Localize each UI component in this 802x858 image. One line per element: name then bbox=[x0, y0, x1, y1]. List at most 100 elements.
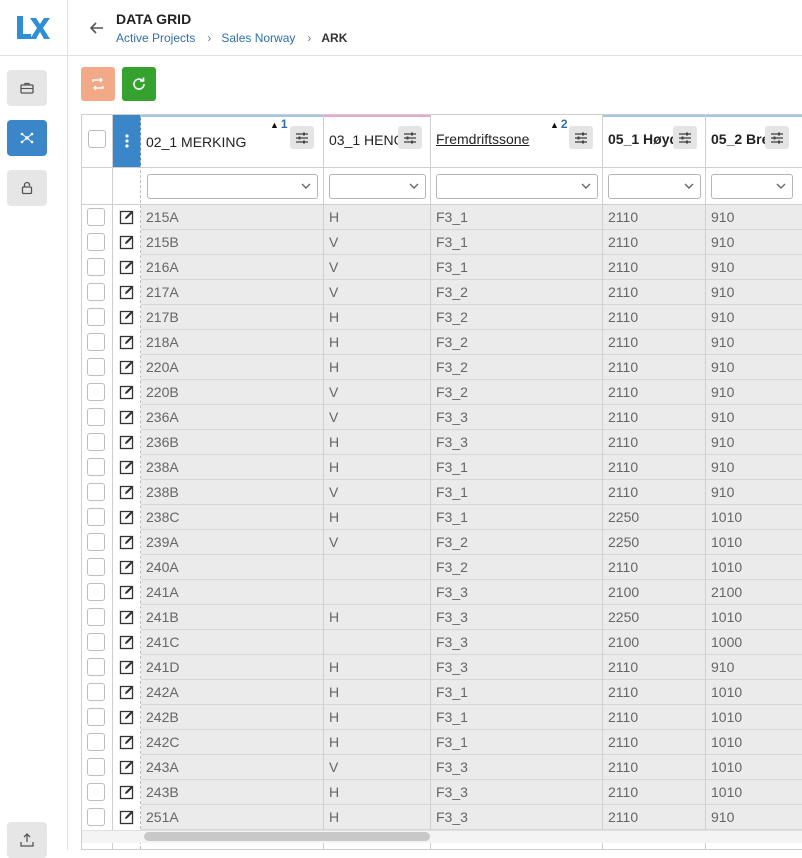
edit-icon[interactable] bbox=[119, 684, 135, 700]
row-checkbox[interactable] bbox=[87, 483, 105, 501]
table-cell[interactable]: 2110 bbox=[603, 405, 706, 430]
table-cell[interactable]: 2110 bbox=[603, 730, 706, 755]
table-cell[interactable]: F3_2 bbox=[431, 555, 603, 580]
table-cell[interactable]: 2110 bbox=[603, 805, 706, 830]
table-cell[interactable]: 217B bbox=[141, 305, 324, 330]
table-cell[interactable]: F3_2 bbox=[431, 330, 603, 355]
row-checkbox[interactable] bbox=[87, 533, 105, 551]
rail-network-button[interactable] bbox=[7, 120, 47, 156]
table-cell[interactable]: 238C bbox=[141, 505, 324, 530]
table-cell[interactable]: 216A bbox=[141, 255, 324, 280]
table-cell[interactable]: 243B bbox=[141, 780, 324, 805]
edit-icon[interactable] bbox=[119, 284, 135, 300]
table-cell[interactable]: 910 bbox=[706, 655, 802, 680]
edit-icon[interactable] bbox=[119, 334, 135, 350]
table-cell[interactable]: 2110 bbox=[603, 355, 706, 380]
horizontal-scrollbar-thumb[interactable] bbox=[144, 832, 430, 841]
edit-icon[interactable] bbox=[119, 259, 135, 275]
column-header-hoyd[interactable]: 05_1 Høyd bbox=[603, 115, 706, 168]
table-cell[interactable]: 2110 bbox=[603, 705, 706, 730]
row-checkbox[interactable] bbox=[87, 383, 105, 401]
table-cell[interactable]: 2110 bbox=[603, 480, 706, 505]
table-cell[interactable]: F3_2 bbox=[431, 380, 603, 405]
table-cell[interactable]: 2110 bbox=[603, 780, 706, 805]
table-cell[interactable]: H bbox=[324, 430, 431, 455]
table-cell[interactable]: F3_3 bbox=[431, 605, 603, 630]
table-cell[interactable]: 910 bbox=[706, 305, 802, 330]
edit-icon[interactable] bbox=[119, 309, 135, 325]
edit-icon[interactable] bbox=[119, 409, 135, 425]
table-cell[interactable]: 238B bbox=[141, 480, 324, 505]
table-cell[interactable]: 242C bbox=[141, 730, 324, 755]
row-checkbox[interactable] bbox=[87, 408, 105, 426]
column-menu-button[interactable] bbox=[290, 126, 314, 149]
table-cell[interactable]: F3_2 bbox=[431, 355, 603, 380]
table-cell[interactable]: V bbox=[324, 530, 431, 555]
table-cell[interactable]: 910 bbox=[706, 255, 802, 280]
back-arrow-icon[interactable] bbox=[88, 19, 106, 37]
select-all-checkbox[interactable] bbox=[88, 130, 106, 148]
column-header-merking[interactable]: 02_1 MERKING ▲ 1 bbox=[141, 115, 324, 168]
edit-icon[interactable] bbox=[119, 784, 135, 800]
table-cell[interactable]: 2250 bbox=[603, 530, 706, 555]
table-cell[interactable]: 2110 bbox=[603, 305, 706, 330]
table-cell[interactable]: 910 bbox=[706, 280, 802, 305]
table-cell[interactable]: F3_3 bbox=[431, 755, 603, 780]
row-checkbox[interactable] bbox=[87, 733, 105, 751]
edit-icon[interactable] bbox=[119, 709, 135, 725]
sort-indicator[interactable]: ▲ 1 bbox=[270, 117, 288, 131]
sort-indicator[interactable]: ▲ 2 bbox=[550, 117, 568, 131]
table-cell[interactable]: 910 bbox=[706, 455, 802, 480]
edit-icon[interactable] bbox=[119, 734, 135, 750]
table-cell[interactable]: 2250 bbox=[603, 605, 706, 630]
table-cell[interactable] bbox=[324, 630, 431, 655]
row-checkbox[interactable] bbox=[87, 808, 105, 826]
filter-select-heng[interactable] bbox=[329, 174, 426, 199]
row-checkbox[interactable] bbox=[87, 208, 105, 226]
edit-icon[interactable] bbox=[119, 209, 135, 225]
table-cell[interactable]: V bbox=[324, 280, 431, 305]
table-cell[interactable]: H bbox=[324, 455, 431, 480]
edit-icon[interactable] bbox=[119, 459, 135, 475]
table-cell[interactable]: 240A bbox=[141, 555, 324, 580]
table-cell[interactable]: F3_2 bbox=[431, 280, 603, 305]
table-cell[interactable]: F3_3 bbox=[431, 780, 603, 805]
table-cell[interactable]: 218A bbox=[141, 330, 324, 355]
table-cell[interactable]: V bbox=[324, 480, 431, 505]
breadcrumb-active-projects[interactable]: Active Projects bbox=[116, 31, 195, 45]
row-checkbox[interactable] bbox=[87, 308, 105, 326]
table-cell[interactable]: 2110 bbox=[603, 330, 706, 355]
rail-export-button[interactable] bbox=[7, 822, 47, 858]
row-checkbox[interactable] bbox=[87, 558, 105, 576]
table-cell[interactable]: V bbox=[324, 755, 431, 780]
row-checkbox[interactable] bbox=[87, 358, 105, 376]
column-header-fremdriftssone[interactable]: Fremdriftssone ▲ 2 bbox=[431, 115, 603, 168]
rail-briefcase-button[interactable] bbox=[7, 70, 47, 106]
row-checkbox[interactable] bbox=[87, 583, 105, 601]
table-cell[interactable]: 251A bbox=[141, 805, 324, 830]
table-cell[interactable]: 242B bbox=[141, 705, 324, 730]
table-cell[interactable]: 2110 bbox=[603, 255, 706, 280]
table-cell[interactable]: 241C bbox=[141, 630, 324, 655]
table-cell[interactable]: H bbox=[324, 505, 431, 530]
edit-icon[interactable] bbox=[119, 809, 135, 825]
table-cell[interactable]: 243A bbox=[141, 755, 324, 780]
table-cell[interactable]: 1010 bbox=[706, 705, 802, 730]
table-cell[interactable]: 2110 bbox=[603, 205, 706, 230]
table-cell[interactable]: H bbox=[324, 655, 431, 680]
table-cell[interactable]: H bbox=[324, 605, 431, 630]
table-cell[interactable]: 2110 bbox=[603, 380, 706, 405]
refresh-button[interactable] bbox=[122, 67, 156, 101]
edit-icon[interactable] bbox=[119, 659, 135, 675]
table-cell[interactable]: V bbox=[324, 405, 431, 430]
row-checkbox[interactable] bbox=[87, 708, 105, 726]
edit-icon[interactable] bbox=[119, 359, 135, 375]
table-cell[interactable]: F3_1 bbox=[431, 680, 603, 705]
table-cell[interactable]: 910 bbox=[706, 405, 802, 430]
column-menu-button[interactable] bbox=[398, 126, 422, 149]
row-checkbox[interactable] bbox=[87, 283, 105, 301]
table-cell[interactable]: 2110 bbox=[603, 430, 706, 455]
table-cell[interactable]: V bbox=[324, 255, 431, 280]
transfer-button[interactable] bbox=[81, 67, 115, 101]
table-cell[interactable]: 239A bbox=[141, 530, 324, 555]
